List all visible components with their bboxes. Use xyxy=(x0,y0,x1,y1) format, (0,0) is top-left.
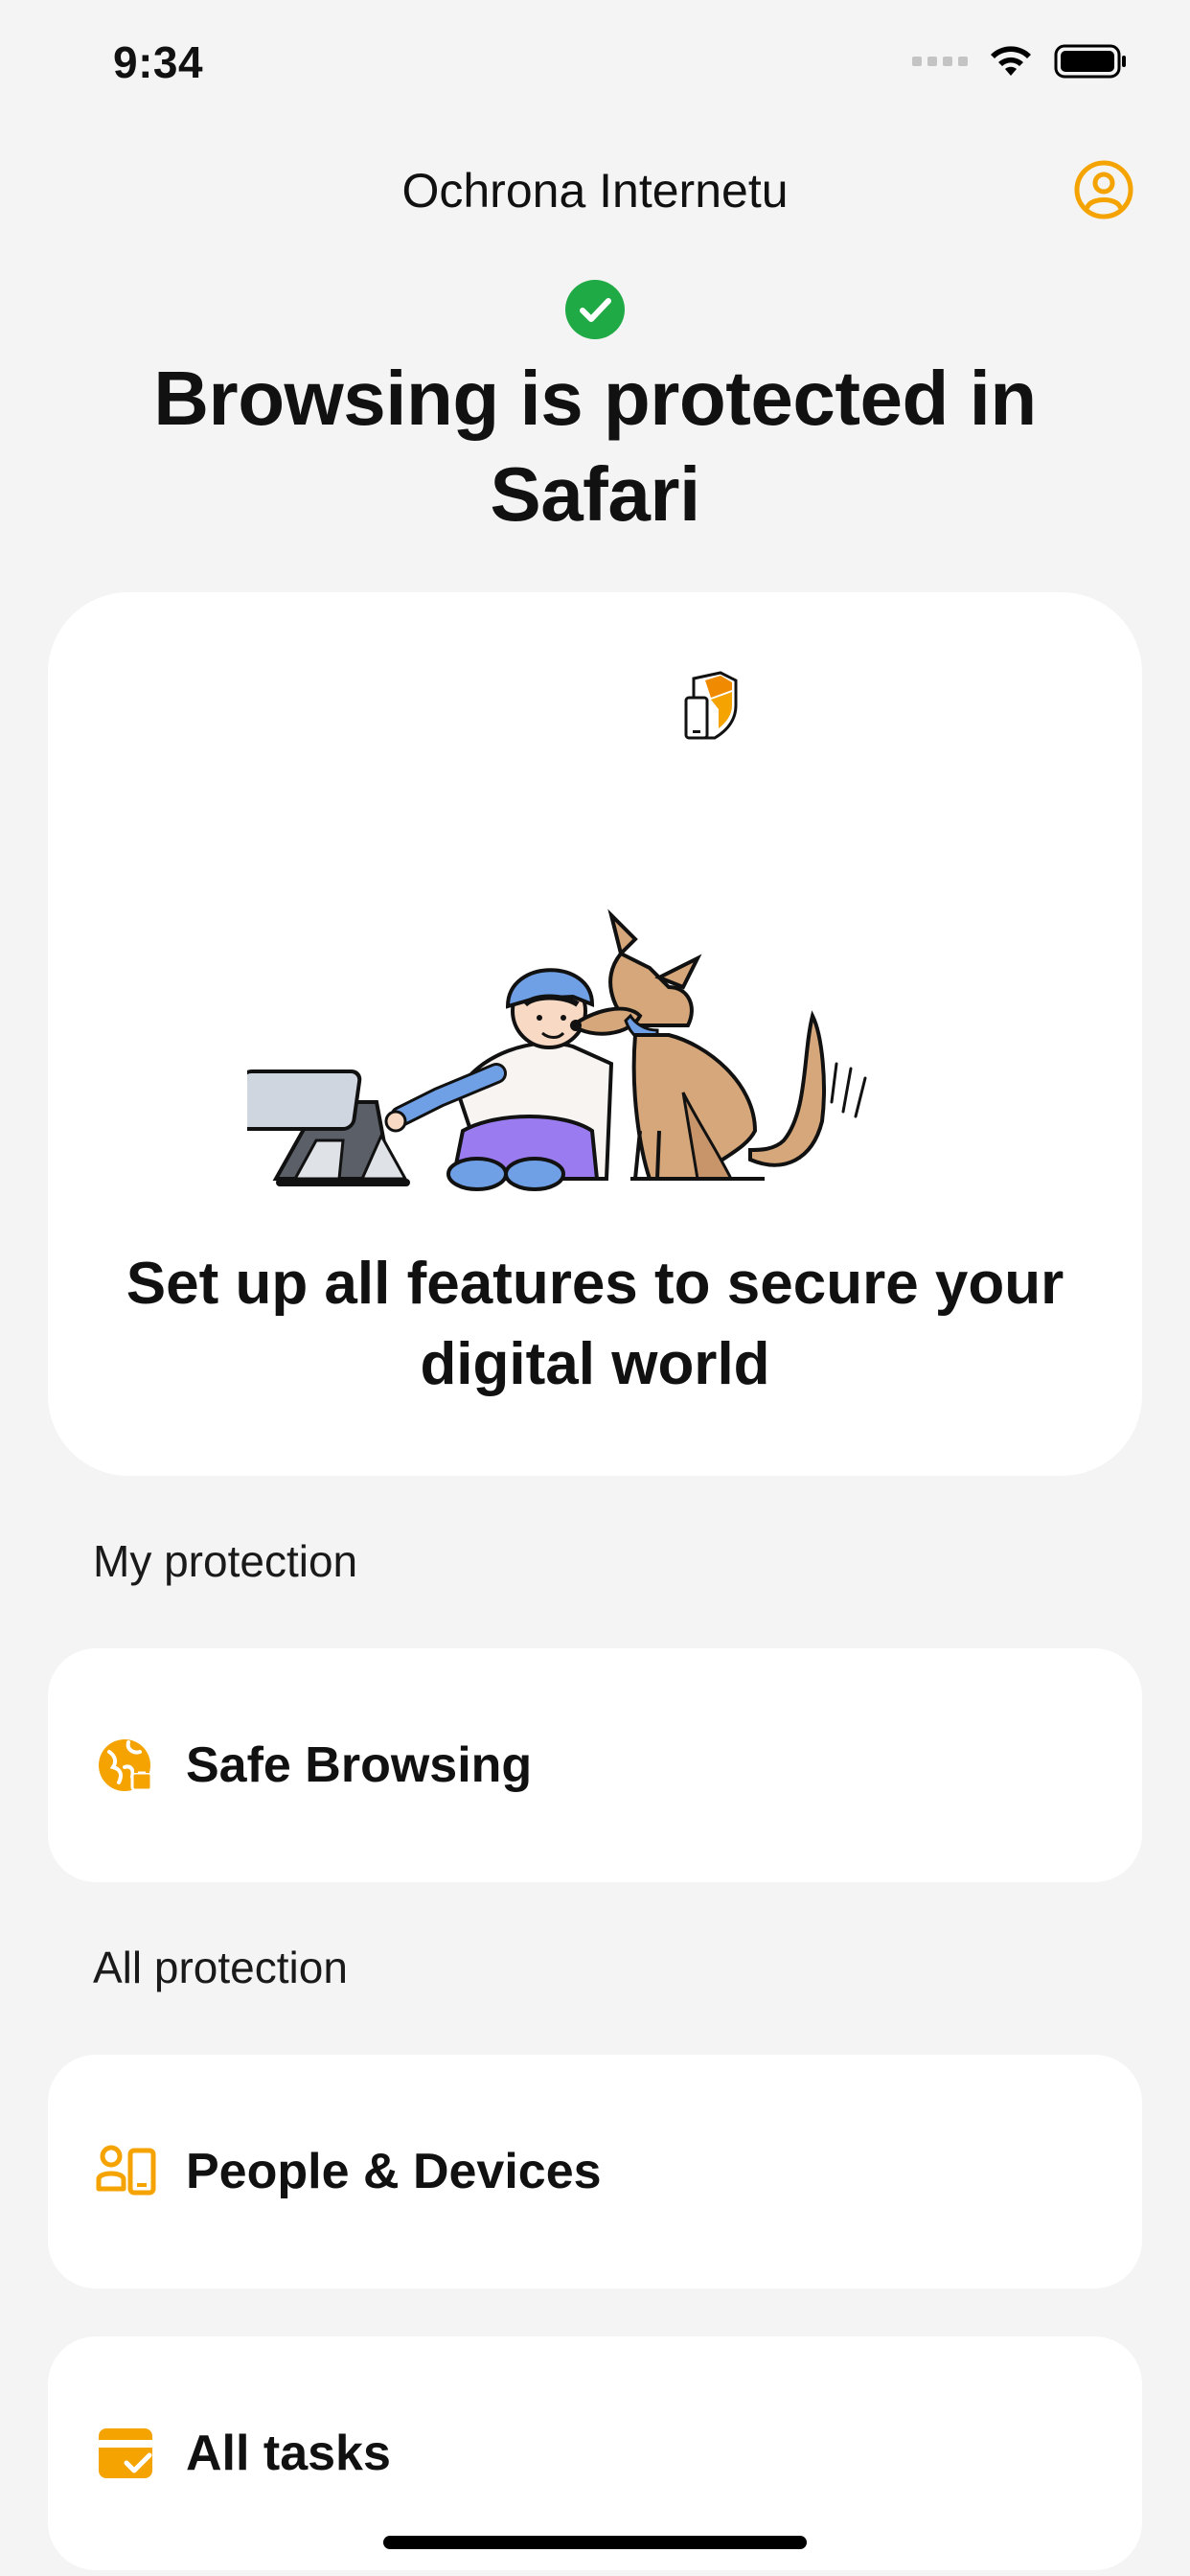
section-label-my-protection: My protection xyxy=(93,1536,358,1586)
safe-browsing-label: Safe Browsing xyxy=(186,1737,533,1793)
protection-status-title: Browsing is protected in Safari xyxy=(153,356,1037,537)
people-devices-label: People & Devices xyxy=(186,2144,602,2199)
person-circle-icon xyxy=(1074,160,1133,219)
people-devices-row[interactable]: People & Devices xyxy=(48,2055,1142,2288)
battery-icon xyxy=(1054,44,1126,79)
all-tasks-label: All tasks xyxy=(186,2426,391,2481)
shield-device-icon xyxy=(682,671,740,742)
tasks-card-icon xyxy=(96,2423,157,2484)
globe-lock-icon xyxy=(96,1735,157,1796)
status-time: 9:34 xyxy=(113,37,204,87)
people-devices-icon xyxy=(96,2141,157,2202)
home-indicator[interactable] xyxy=(383,2536,807,2549)
profile-button[interactable] xyxy=(1073,159,1134,220)
page-title: Ochrona Internetu xyxy=(401,164,789,218)
check-circle-icon xyxy=(565,280,625,339)
safe-browsing-row[interactable]: Safe Browsing xyxy=(48,1648,1142,1882)
child-with-dog-illustration xyxy=(233,843,947,1208)
setup-card-text: Set up all features to secure your digit… xyxy=(126,1251,1064,1397)
status-icons xyxy=(912,42,1129,80)
section-label-all-protection: All protection xyxy=(93,1943,348,1992)
signal-icon xyxy=(912,57,968,66)
wifi-icon xyxy=(991,46,1031,76)
